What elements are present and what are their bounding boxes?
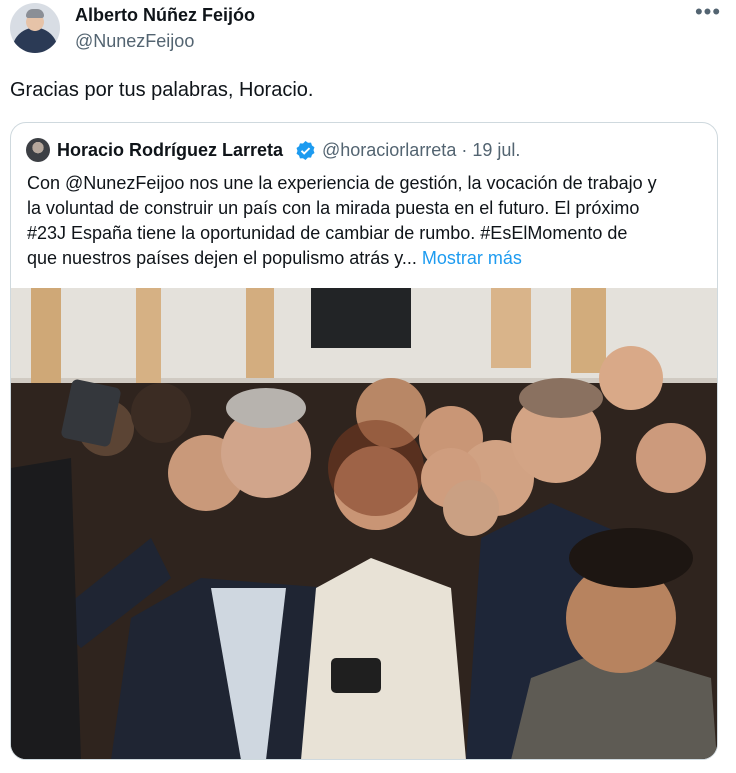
tweet: Alberto Núñez Feijóo @NunezFeijoo ••• Gr… [0,0,736,773]
more-options-icon[interactable]: ••• [694,1,722,26]
selfie-photo-illustration [11,288,717,759]
quoted-text: Con @NunezFeijoo nos une la experiencia … [27,171,707,271]
show-more-link[interactable]: Mostrar más [422,248,522,268]
quoted-handle-date: @horaciorlarreta · 19 jul. [322,140,521,160]
verified-badge-icon [296,140,315,161]
quoted-photo[interactable] [11,288,717,759]
quoted-author-avatar [26,138,50,162]
quoted-text-line: Con @NunezFeijoo nos une la experiencia … [27,173,657,193]
author-avatar[interactable] [10,3,60,53]
tweet-text: Gracias por tus palabras, Horacio. [10,79,314,101]
author-handle[interactable]: @NunezFeijoo [75,31,194,52]
quoted-text-line: que nuestros países dejen el populismo a… [27,248,417,268]
quoted-tweet[interactable]: Horacio Rodríguez Larreta @horaciorlarre… [10,122,718,760]
author-name[interactable]: Alberto Núñez Feijóo [75,5,255,26]
quoted-text-last-line: que nuestros países dejen el populismo a… [27,246,707,271]
quoted-text-line: la voluntad de construir un país con la … [27,198,640,218]
quoted-author-name: Horacio Rodríguez Larreta [57,140,284,160]
quoted-text-line: #23J España tiene la oportunidad de camb… [27,223,628,243]
